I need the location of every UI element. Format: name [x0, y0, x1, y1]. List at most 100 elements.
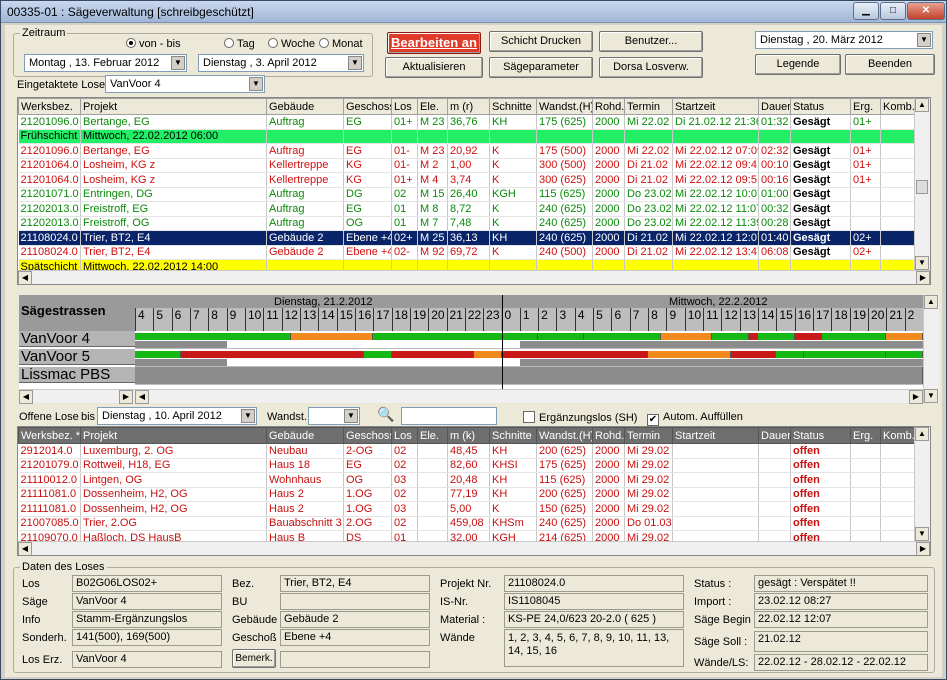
- gantt-bar[interactable]: [730, 351, 777, 358]
- autom-auffuellen-checkbox[interactable]: ✔ Autom. Auffüllen: [647, 411, 743, 426]
- radio-woche[interactable]: Woche: [268, 38, 315, 50]
- wandst-select[interactable]: ▼: [308, 407, 360, 425]
- column-header[interactable]: Termin: [624, 98, 673, 115]
- dorsa-losverw-button[interactable]: Dorsa Losverw.: [599, 57, 703, 78]
- column-header[interactable]: Ele.: [417, 98, 448, 115]
- table-row[interactable]: 21111081.0 Dossenheim, H2, OG Haus 2 1.OG 03…: [18, 501, 917, 517]
- column-header[interactable]: Wandst.(H): [536, 427, 593, 444]
- vertical-scrollbar[interactable]: ▲ ▼: [914, 98, 930, 270]
- gantt-bar[interactable]: [803, 351, 887, 358]
- maximize-button[interactable]: □: [880, 2, 906, 20]
- table-row[interactable]: 21202013.0 Freistroff, EG Auftrag EG 01 M 8 8,…: [18, 201, 917, 217]
- bearbeiten-button[interactable]: Bearbeiten an: [387, 32, 481, 54]
- search-icon[interactable]: 🔍: [377, 406, 394, 423]
- saegeparameter-button[interactable]: Sägeparameter: [489, 57, 593, 78]
- table-row[interactable]: 21202013.0 Freistroff, OG Auftrag OG 01 M 7 7,…: [18, 216, 917, 231]
- table-row[interactable]: 21201096.0 Bertange, EG Auftrag EG 01+ M 23 36…: [18, 114, 917, 130]
- table-row[interactable]: 21201071.0 Entringen, DG Auftrag DG 02 M 15 26…: [18, 187, 917, 202]
- gantt-bar[interactable]: [886, 333, 923, 340]
- gantt-bar[interactable]: [794, 333, 823, 340]
- schicht-drucken-button[interactable]: Schicht Drucken: [489, 31, 593, 52]
- bemerk-button[interactable]: Bemerk.: [232, 649, 276, 668]
- table-row[interactable]: 21111081.0 Dossenheim, H2, OG Haus 2 1.OG 02…: [18, 487, 917, 502]
- gantt-bar[interactable]: [180, 351, 190, 358]
- column-header[interactable]: m (r): [447, 98, 490, 115]
- column-header[interactable]: Geschoss: [343, 98, 392, 115]
- table-row[interactable]: 21201079.0 Rottweil, H18, EG Haus 18 EG 02 82…: [18, 458, 917, 473]
- gantt-horizontal-scrollbar[interactable]: ◀ ▶ ◀ ▶: [19, 389, 923, 404]
- close-button[interactable]: ✕: [907, 2, 945, 20]
- offene-date-picker[interactable]: Dienstag , 10. April 2012 ▼: [97, 407, 257, 425]
- gantt-bar[interactable]: [776, 351, 804, 358]
- column-header[interactable]: Los: [391, 98, 418, 115]
- horizontal-scrollbar[interactable]: ◀ ▶: [18, 541, 930, 555]
- column-header[interactable]: Werksbez.: [18, 98, 81, 115]
- column-header[interactable]: Werksbez. *: [18, 427, 81, 444]
- column-header[interactable]: Dauer: [758, 427, 791, 444]
- radio-von-bis[interactable]: von - bis: [126, 38, 181, 50]
- scroll-thumb[interactable]: [916, 180, 928, 194]
- gantt-bar[interactable]: [538, 333, 584, 340]
- gantt-bar[interactable]: [364, 351, 392, 358]
- gantt-bar[interactable]: [758, 333, 795, 340]
- column-header[interactable]: Gebäude: [266, 98, 344, 115]
- column-header[interactable]: Rohd.: [592, 98, 625, 115]
- aktualisieren-button[interactable]: Aktualisieren: [385, 57, 483, 78]
- column-header[interactable]: Projekt: [80, 427, 267, 444]
- gantt-bar[interactable]: [474, 351, 502, 358]
- search-input[interactable]: [401, 407, 497, 425]
- column-header[interactable]: Erg.: [850, 427, 881, 444]
- gantt-bar[interactable]: [373, 333, 539, 340]
- table-row[interactable]: 21201064.0 Losheim, KG z Kellertreppe KG 01+…: [18, 172, 917, 188]
- benutzer-button[interactable]: Benutzer...: [599, 31, 703, 52]
- column-header[interactable]: Ele.: [417, 427, 448, 444]
- column-header[interactable]: Wandst.(H): [536, 98, 593, 115]
- beenden-button[interactable]: Beenden: [845, 54, 935, 75]
- date-to-picker[interactable]: Dienstag , 3. April 2012 ▼: [198, 54, 364, 72]
- radio-monat[interactable]: Monat: [319, 38, 363, 50]
- gantt-bar[interactable]: [290, 333, 374, 340]
- current-date-picker[interactable]: Dienstag , 20. März 2012 ▼: [755, 31, 933, 49]
- column-header[interactable]: Komb.: [880, 427, 917, 444]
- minimize-button[interactable]: ▁: [853, 2, 879, 20]
- table-row[interactable]: 21108024.0 Trier, BT2, E4 Gebäude 2 Ebene +…: [18, 245, 917, 260]
- gantt-vertical-scrollbar[interactable]: ▲ ▼: [923, 295, 939, 403]
- horizontal-scrollbar[interactable]: ◀ ▶: [18, 270, 930, 284]
- column-header[interactable]: Startzeit: [672, 98, 759, 115]
- legende-button[interactable]: Legende: [755, 54, 841, 75]
- gantt-bar[interactable]: [648, 351, 731, 358]
- column-header[interactable]: Startzeit: [672, 427, 759, 444]
- column-header[interactable]: Termin: [624, 427, 673, 444]
- table-row[interactable]: Frühschicht Mittwoch, 22.02.2012 06:00: [18, 129, 917, 144]
- gantt-bar[interactable]: [135, 333, 291, 340]
- date-from-picker[interactable]: Montag , 13. Februar 2012 ▼: [24, 54, 187, 72]
- table-row[interactable]: 21110012.0 Lintgen, OG Wohnhaus OG 03 20,48 KH…: [18, 472, 917, 488]
- table-row[interactable]: 21108024.0 Trier, BT2, E4 Gebäude 2 Ebene +…: [18, 230, 917, 246]
- column-header[interactable]: Los: [391, 427, 418, 444]
- table-row[interactable]: 2912014.0 Luxemburg, 2. OG Neubau 2-OG 02 48,…: [18, 443, 917, 459]
- gantt-bar[interactable]: [748, 333, 759, 340]
- ergaenzungslos-checkbox[interactable]: Ergänzungslos (SH): [523, 411, 637, 424]
- eingetaktet-select[interactable]: VanVoor 4 ▼: [105, 75, 265, 93]
- column-header[interactable]: Schnitte: [489, 98, 537, 115]
- table-row[interactable]: 21201096.0 Bertange, EG Auftrag EG 01- M 23 20…: [18, 143, 917, 159]
- gantt-bar[interactable]: [189, 351, 365, 358]
- gantt-bar[interactable]: [583, 333, 661, 340]
- gantt-bar[interactable]: [660, 333, 713, 340]
- table-row[interactable]: 21201064.0 Losheim, KG z Kellertreppe KG 01-…: [18, 158, 917, 173]
- table-row[interactable]: 21007085.0 Trier, 2.OG Bauabschnitt 3 2.OG 0…: [18, 516, 917, 531]
- gantt-bar[interactable]: [135, 367, 923, 384]
- column-header[interactable]: Rohd.: [592, 427, 625, 444]
- column-header[interactable]: Komb.: [880, 98, 917, 115]
- column-header[interactable]: Status: [790, 98, 851, 115]
- column-header[interactable]: Erg.: [850, 98, 881, 115]
- column-header[interactable]: m (k): [447, 427, 490, 444]
- gantt-bar[interactable]: [501, 351, 649, 358]
- gantt-bar[interactable]: [391, 351, 474, 358]
- gantt-bar[interactable]: [712, 333, 749, 340]
- column-header[interactable]: Dauer: [758, 98, 791, 115]
- column-header[interactable]: Gebäude: [266, 427, 344, 444]
- column-header[interactable]: Projekt: [80, 98, 267, 115]
- gantt-bar[interactable]: [135, 351, 181, 358]
- radio-tag[interactable]: Tag: [224, 38, 255, 50]
